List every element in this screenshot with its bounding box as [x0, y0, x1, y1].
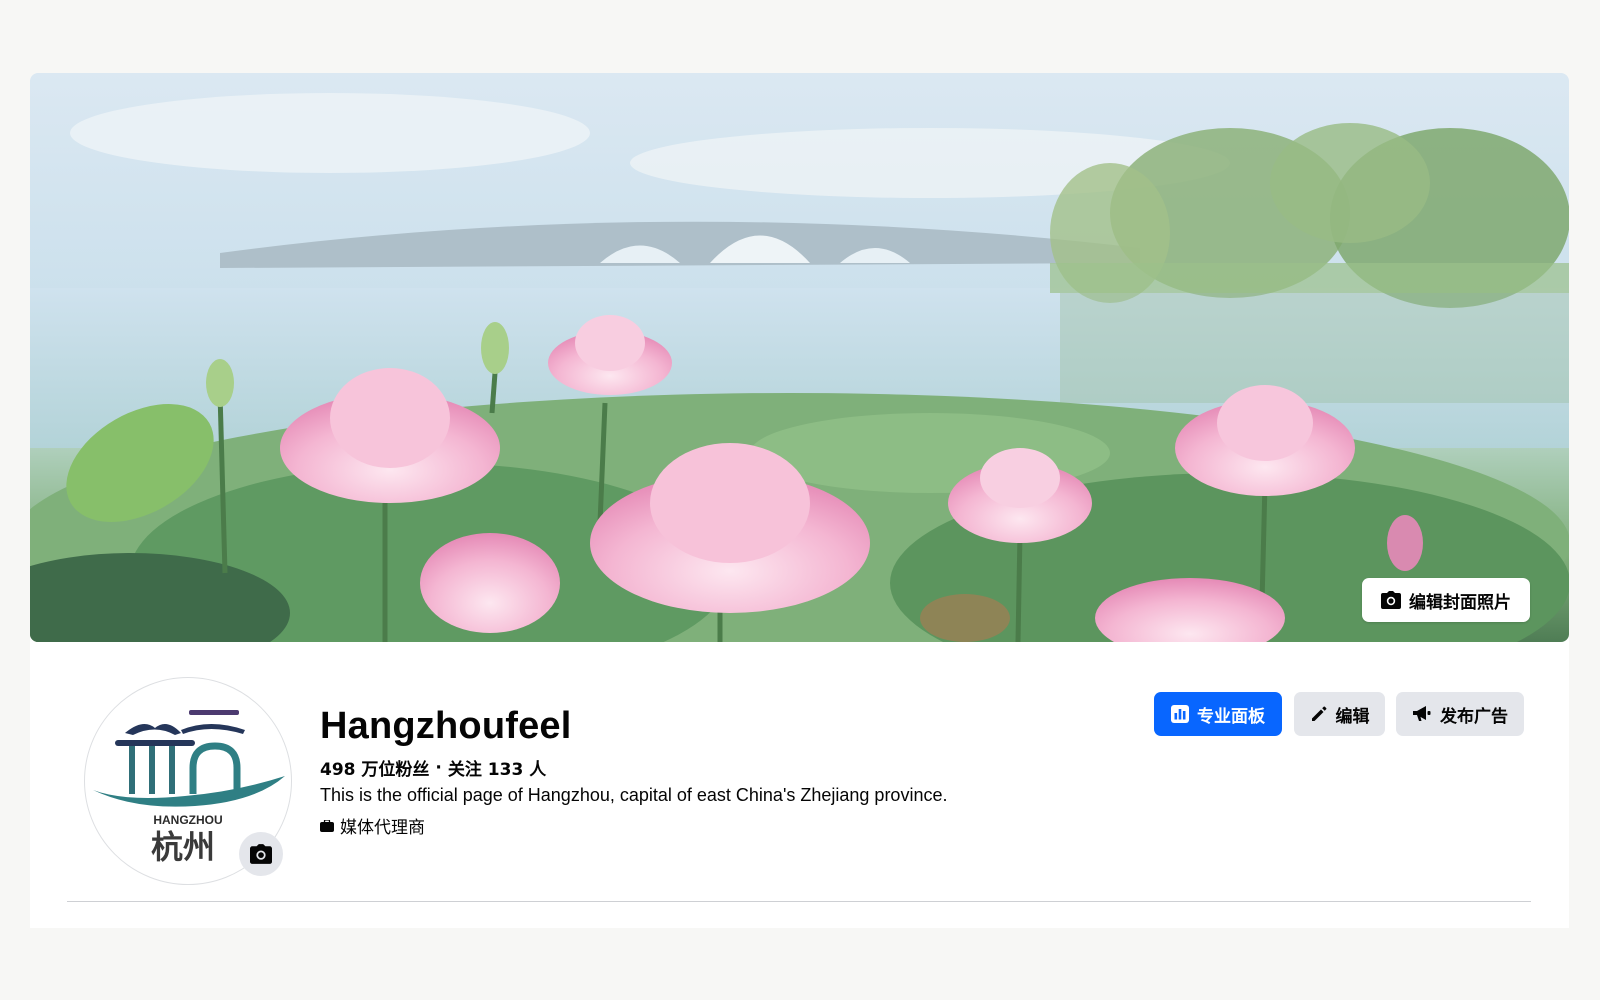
pencil-icon — [1311, 706, 1326, 721]
cover-photo[interactable]: 编辑封面照片 — [30, 73, 1569, 642]
advertise-button[interactable]: 发布广告 — [1396, 692, 1524, 736]
stats-separator: · — [435, 757, 442, 778]
edit-cover-label: 编辑封面照片 — [1409, 592, 1511, 613]
page-title: Hangzhoufeel — [320, 705, 572, 747]
professional-dashboard-button[interactable]: 专业面板 — [1154, 692, 1282, 736]
edit-page-button[interactable]: 编辑 — [1294, 692, 1385, 736]
edit-label: 编辑 — [1335, 706, 1370, 727]
avatar-logo-cn: 杭州 — [151, 828, 215, 866]
section-divider — [67, 901, 1531, 902]
advertise-label: 发布广告 — [1440, 706, 1508, 727]
category-label: 媒体代理商 — [340, 818, 425, 838]
update-avatar-button[interactable] — [239, 832, 283, 876]
page-bio: This is the official page of Hangzhou, c… — [320, 785, 948, 805]
cover-painting — [30, 73, 1569, 642]
following-link[interactable]: 关注 133 人 — [448, 755, 546, 780]
page-category: 媒体代理商 — [320, 813, 425, 838]
profile-card: 编辑封面照片 HANGZHOU 杭州 Hangzhoufeel 498 万位粉丝… — [30, 73, 1569, 928]
followers-link[interactable]: 498 万位粉丝 — [320, 755, 429, 780]
dashboard-label: 专业面板 — [1197, 706, 1265, 727]
follower-stats: 498 万位粉丝 · 关注 133 人 — [320, 755, 546, 781]
camera-icon — [1381, 591, 1401, 609]
megaphone-icon — [1413, 706, 1431, 721]
briefcase-icon — [320, 819, 334, 832]
dashboard-icon — [1171, 705, 1189, 723]
camera-icon — [250, 844, 272, 864]
avatar-logo-text: HANGZHOU — [153, 813, 222, 827]
edit-cover-photo-button[interactable]: 编辑封面照片 — [1362, 578, 1530, 622]
